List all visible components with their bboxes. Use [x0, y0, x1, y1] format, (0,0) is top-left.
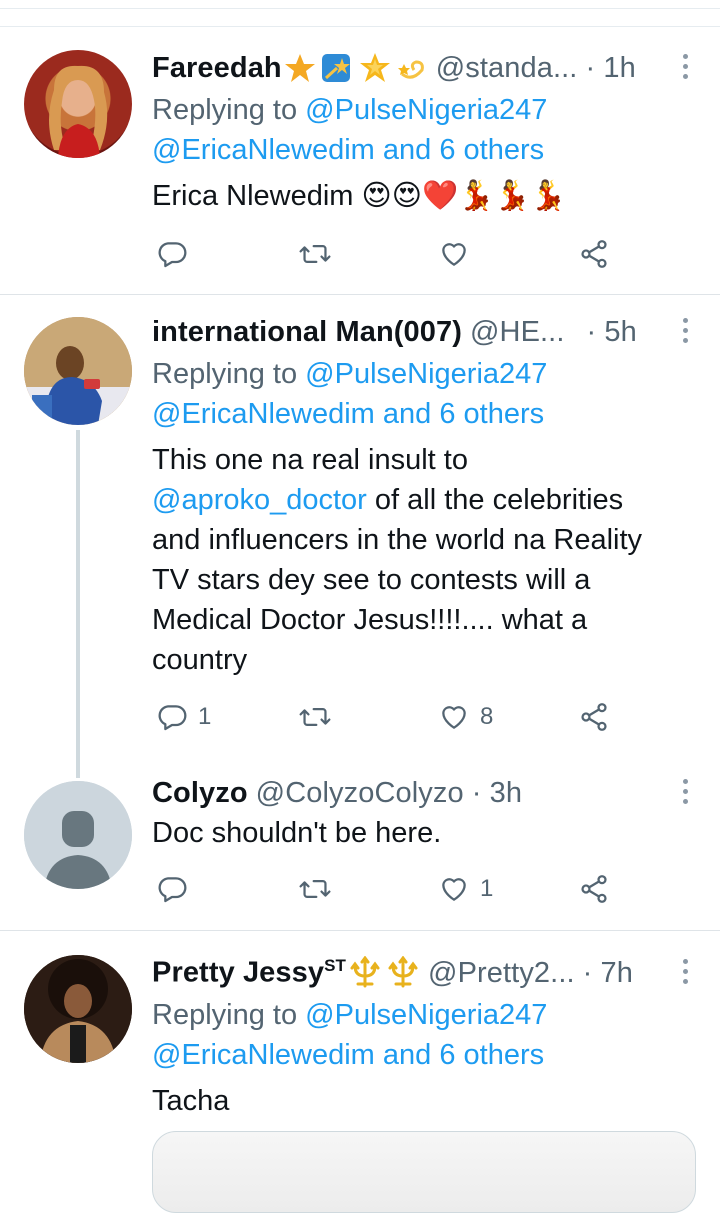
glowing-star-icon [359, 53, 390, 82]
author-name[interactable]: Fareedah [152, 52, 282, 85]
like-button[interactable]: 8 [438, 697, 493, 737]
more-icon[interactable] [680, 54, 690, 84]
tweet-text: Tacha [152, 1085, 230, 1117]
retweet-button[interactable] [298, 234, 332, 274]
author-name-text: Pretty Jessy [152, 956, 325, 989]
thread-line [76, 430, 80, 778]
share-icon [581, 875, 607, 903]
tweet-1[interactable]: Fareedah @standa... · 1h Replying to @Pu… [0, 0, 720, 294]
like-button[interactable]: 1 [438, 869, 493, 909]
action-bar [152, 234, 632, 274]
author-handle[interactable]: @standa... [436, 52, 578, 85]
timestamp[interactable]: · 1h [585, 52, 635, 85]
tweet-text-fragment: of all the celebrities [366, 484, 624, 516]
reply-mention-link[interactable]: @PulseNigeria247 [305, 999, 547, 1031]
tweet-4[interactable]: Pretty JessyST @Pretty2... · 7h Replying… [0, 931, 720, 1213]
reply-icon [158, 242, 187, 268]
avatar[interactable] [24, 781, 132, 889]
tweet-text: Doc shouldn't be here. [152, 817, 442, 849]
avatar[interactable] [24, 317, 132, 425]
avatar[interactable] [24, 955, 132, 1063]
reply-button[interactable]: 1 [156, 697, 211, 737]
timestamp[interactable]: · 3h [472, 777, 522, 810]
reply-mentions-link[interactable]: @EricaNlewedim and 6 others [152, 394, 700, 434]
retweet-icon [299, 880, 331, 898]
reply-mention-link[interactable]: @PulseNigeria247 [305, 358, 547, 390]
tweet-text: Erica Nlewedim 😍😍❤️💃💃💃 [152, 180, 567, 212]
more-icon[interactable] [680, 779, 690, 809]
tweet-text-line: This one na real insult to [152, 444, 468, 476]
reply-icon [158, 877, 187, 903]
timestamp[interactable]: · 7h [583, 957, 633, 990]
author-name[interactable]: Colyzo [152, 777, 248, 810]
tweet-text-line: Medical Doctor Jesus!!!!.... what a [152, 604, 588, 636]
reply-mentions-link[interactable]: @EricaNlewedim and 6 others [152, 1035, 700, 1075]
trident-icon [388, 956, 418, 988]
share-button[interactable] [578, 869, 610, 909]
author-name[interactable]: Pretty JessyST [152, 956, 346, 990]
mention-link[interactable]: @aproko_doctor [152, 484, 367, 516]
tweet-text-line: country [152, 644, 248, 676]
like-count: 8 [480, 703, 494, 730]
reply-button[interactable] [156, 869, 198, 909]
author-handle[interactable]: @Pretty2... [428, 957, 575, 990]
tweet-text-line: TV stars dey see to contests will a [152, 564, 591, 596]
replying-to-label: Replying to [152, 94, 298, 126]
author-name-superscript: ST [324, 956, 347, 976]
default-avatar-icon [24, 781, 132, 889]
share-icon [581, 240, 607, 268]
author-name[interactable]: international Man(007) [152, 316, 462, 349]
retweet-icon [299, 245, 331, 263]
like-button[interactable] [438, 234, 480, 274]
share-button[interactable] [578, 234, 610, 274]
name-emojis [284, 51, 428, 85]
action-bar: 1 8 [152, 697, 632, 737]
share-icon [581, 703, 607, 731]
share-button[interactable] [578, 697, 610, 737]
tweet-3[interactable]: Colyzo @ColyzoColyzo · 3h Doc shouldn't … [0, 765, 720, 929]
dizzy-icon [397, 60, 424, 79]
retweet-icon [299, 708, 331, 726]
reply-icon [158, 705, 187, 731]
action-bar: 1 [152, 869, 632, 909]
retweet-button[interactable] [298, 869, 332, 909]
tweet-text-line: @aproko_doctor of all the celebrities [152, 480, 692, 520]
tweet-text-line: and influencers in the world na Reality [152, 524, 643, 556]
author-handle[interactable]: @ColyzoColyzo [256, 777, 464, 810]
like-count: 1 [480, 875, 494, 902]
tweet-2[interactable]: international Man(007) @HE... · 5h Reply… [0, 295, 720, 778]
replying-to-label: Replying to [152, 999, 298, 1031]
tweet-text: This one na real insult to @aproko_docto… [152, 440, 692, 680]
shooting-star-icon [321, 54, 350, 82]
reply-mention-link[interactable]: @PulseNigeria247 [305, 94, 547, 126]
timestamp[interactable]: · 5h [586, 316, 636, 349]
trident-icon [350, 956, 380, 988]
like-icon [442, 878, 466, 901]
like-icon [442, 243, 466, 266]
author-handle[interactable]: @HE... [470, 316, 565, 349]
reply-mentions-link[interactable]: @EricaNlewedim and 6 others [152, 130, 700, 170]
more-icon[interactable] [680, 959, 690, 989]
avatar[interactable] [24, 50, 132, 158]
name-emojis [348, 956, 420, 990]
media-attachment[interactable] [152, 1131, 696, 1213]
replying-to-label: Replying to [152, 358, 298, 390]
star-icon [284, 54, 315, 82]
like-icon [442, 706, 466, 729]
more-icon[interactable] [680, 318, 690, 348]
retweet-button[interactable] [298, 697, 332, 737]
reply-count: 1 [198, 703, 212, 730]
reply-button[interactable] [156, 234, 198, 274]
